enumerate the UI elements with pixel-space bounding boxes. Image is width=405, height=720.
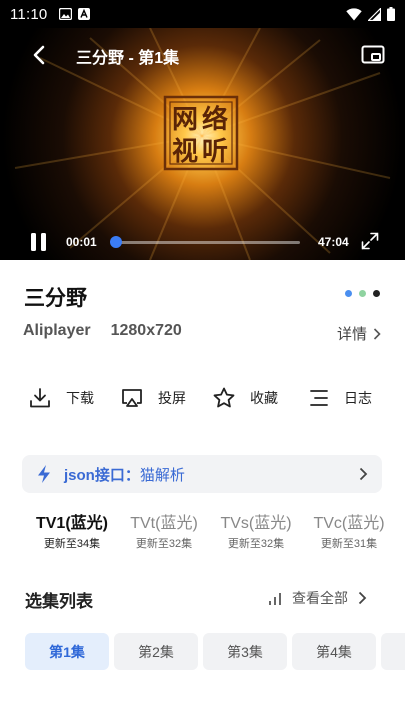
- action-label: 收藏: [250, 390, 278, 406]
- back-button[interactable]: [28, 43, 52, 67]
- detail-link[interactable]: 详情: [337, 323, 381, 344]
- show-title: 三分野: [24, 287, 87, 310]
- action-label: 下载: [66, 390, 94, 406]
- line-tab-tvc[interactable]: TVc(蓝光) 更新至31集: [303, 509, 395, 549]
- action-label: 投屏: [158, 390, 186, 406]
- pause-button[interactable]: [29, 232, 49, 252]
- indicator-dot: [345, 290, 352, 297]
- source-label: json接口：: [64, 466, 140, 484]
- line-name: TV1(蓝光): [35, 515, 108, 532]
- cast-icon: [122, 389, 142, 407]
- signal-icon: [368, 7, 381, 21]
- episode-button[interactable]: 第1集: [25, 633, 109, 670]
- episode-strip: 第1集 第2集 第3集 第4集: [0, 633, 405, 671]
- episode-list-title: 选集列表: [25, 592, 93, 611]
- line-selector: TV1(蓝光) 更新至34集 TVt(蓝光) 更新至32集 TVs(蓝光) 更新…: [0, 509, 405, 549]
- seek-thumb[interactable]: [110, 236, 122, 248]
- log-icon: [310, 390, 328, 406]
- app-notification-icon: [78, 8, 91, 20]
- favorite-button[interactable]: 收藏: [212, 386, 278, 410]
- total-time: 47:04: [318, 235, 349, 249]
- svg-text:络: 络: [202, 104, 228, 135]
- source-value: 猫解析: [139, 466, 185, 484]
- gallery-icon: [59, 8, 73, 20]
- video-player[interactable]: 三分野 - 第1集 网络 视听 00:01 47:04: [0, 28, 405, 260]
- chevron-right-icon: [358, 591, 367, 605]
- line-tab-tv1[interactable]: TV1(蓝光) 更新至34集: [26, 509, 118, 549]
- star-icon: [213, 387, 235, 408]
- line-count: 更新至34集: [43, 538, 101, 549]
- status-time: 11:10: [10, 5, 48, 23]
- line-name: TVs(蓝光): [220, 515, 292, 532]
- line-count: 更新至32集: [135, 538, 193, 549]
- chevron-right-icon: [359, 467, 368, 481]
- player-title: 三分野 - 第1集: [76, 50, 180, 67]
- indicator-dot: [359, 290, 366, 297]
- download-button[interactable]: 下载: [28, 386, 94, 410]
- resolution: 1280x720: [110, 322, 182, 339]
- fullscreen-icon[interactable]: [361, 232, 379, 250]
- svg-text:听: 听: [202, 137, 228, 167]
- line-tab-tvt[interactable]: TVt(蓝光) 更新至32集: [118, 509, 210, 549]
- see-all-label: 查看全部: [292, 590, 348, 606]
- line-name: TVt(蓝光): [130, 515, 198, 532]
- svg-text:网: 网: [172, 105, 198, 135]
- battery-icon: [387, 7, 395, 21]
- lightning-icon: [38, 465, 50, 483]
- page-indicator-dots: [345, 290, 380, 297]
- indicator-dot: [373, 290, 380, 297]
- chevron-right-icon: [373, 327, 381, 340]
- download-icon: [30, 388, 50, 408]
- player-name: Aliplayer: [23, 322, 91, 339]
- line-count: 更新至32集: [227, 538, 285, 549]
- svg-text:视: 视: [172, 137, 198, 167]
- detail-label: 详情: [337, 326, 368, 343]
- pip-icon[interactable]: [361, 45, 385, 65]
- see-all-button[interactable]: 查看全部: [268, 588, 367, 608]
- cast-button[interactable]: 投屏: [120, 386, 186, 410]
- sort-icon: [269, 592, 281, 605]
- action-row: 下载 投屏 收藏 日志: [0, 386, 405, 410]
- logo-seal: 网络 视听: [163, 95, 239, 171]
- line-name: TVc(蓝光): [313, 515, 385, 532]
- action-label: 日志: [344, 390, 372, 406]
- episode-button[interactable]: 第3集: [203, 633, 287, 670]
- player-meta: Aliplayer 1280x720: [23, 322, 182, 340]
- source-selector[interactable]: json接口： 猫解析: [22, 455, 382, 493]
- line-count: 更新至31集: [320, 538, 378, 549]
- episode-button[interactable]: 第2集: [114, 633, 198, 670]
- episode-button[interactable]: 第4集: [292, 633, 376, 670]
- current-time: 00:01: [66, 235, 97, 249]
- status-bar: 11:10: [0, 0, 405, 28]
- log-button[interactable]: 日志: [308, 386, 372, 410]
- seek-bar[interactable]: [112, 241, 300, 244]
- line-tab-tvs[interactable]: TVs(蓝光) 更新至32集: [210, 509, 302, 549]
- episode-button-partial[interactable]: [381, 633, 405, 670]
- wifi-icon: [346, 7, 362, 20]
